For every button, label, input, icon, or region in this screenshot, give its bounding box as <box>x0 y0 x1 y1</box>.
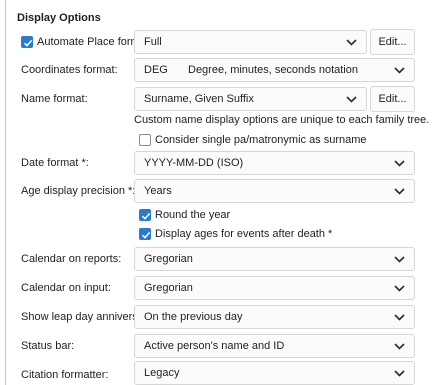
citation-formatter-value: Legacy <box>144 367 180 379</box>
name-format-value: Surname, Given Suffix <box>144 93 254 105</box>
chevron-down-icon <box>394 370 405 377</box>
chevron-down-icon <box>394 188 405 195</box>
calendar-input-label: Calendar on input: <box>21 282 111 294</box>
chevron-down-icon <box>394 256 405 263</box>
chevron-down-icon <box>346 96 357 103</box>
name-format-label: Name format: <box>21 93 88 105</box>
name-format-note: Custom name display options are unique t… <box>134 114 430 126</box>
automate-place-checkbox[interactable] <box>21 36 33 48</box>
after-death-checkbox[interactable] <box>139 228 151 240</box>
citation-formatter-dropdown[interactable]: Legacy <box>134 361 415 385</box>
chevron-down-icon <box>394 285 405 292</box>
coordinates-format-dropdown[interactable]: DEG Degree, minutes, seconds notation <box>134 58 415 82</box>
round-year-checkbox[interactable] <box>139 209 151 221</box>
calendar-reports-value: Gregorian <box>144 253 193 265</box>
age-precision-dropdown[interactable]: Years <box>134 179 415 203</box>
place-format-dropdown[interactable]: Full <box>134 30 367 54</box>
section-title: Display Options <box>17 12 101 24</box>
calendar-input-value: Gregorian <box>144 282 193 294</box>
place-format-value: Full <box>144 36 162 48</box>
chevron-down-icon <box>346 39 357 46</box>
name-format-dropdown[interactable]: Surname, Given Suffix <box>134 87 367 111</box>
date-format-value: YYYY-MM-DD (ISO) <box>144 157 244 169</box>
checkmark-icon <box>23 39 33 47</box>
calendar-reports-dropdown[interactable]: Gregorian <box>134 247 415 271</box>
status-bar-value: Active person's name and ID <box>144 340 285 352</box>
status-bar-label: Status bar: <box>21 340 75 352</box>
chevron-down-icon <box>394 67 405 74</box>
patronymic-label[interactable]: Consider single pa/matronymic as surname <box>155 133 367 147</box>
patronymic-checkbox[interactable] <box>139 134 151 146</box>
citation-formatter-label: Citation formatter: <box>21 369 109 381</box>
after-death-label[interactable]: Display ages for events after death * <box>155 227 332 241</box>
checkmark-icon <box>141 231 151 239</box>
age-precision-label: Age display precision *: <box>21 185 136 197</box>
coordinates-format-description: Degree, minutes, seconds notation <box>188 64 358 76</box>
chevron-down-icon <box>394 314 405 321</box>
age-precision-value: Years <box>144 185 172 197</box>
date-format-label: Date format *: <box>21 157 89 169</box>
leap-day-value: On the previous day <box>144 311 243 323</box>
round-year-label[interactable]: Round the year <box>155 208 230 222</box>
calendar-input-dropdown[interactable]: Gregorian <box>134 276 415 300</box>
checkmark-icon <box>141 212 151 220</box>
leap-day-dropdown[interactable]: On the previous day <box>134 305 415 329</box>
place-format-edit-button[interactable]: Edit... <box>370 29 415 55</box>
calendar-reports-label: Calendar on reports: <box>21 253 122 265</box>
status-bar-dropdown[interactable]: Active person's name and ID <box>134 334 415 358</box>
panel-border <box>5 0 6 385</box>
chevron-down-icon <box>394 343 405 350</box>
coordinates-format-code: DEG <box>144 64 168 76</box>
date-format-dropdown[interactable]: YYYY-MM-DD (ISO) <box>134 151 415 175</box>
chevron-down-icon <box>394 160 405 167</box>
coordinates-format-label: Coordinates format: <box>21 64 118 76</box>
name-format-edit-button[interactable]: Edit... <box>370 86 415 112</box>
